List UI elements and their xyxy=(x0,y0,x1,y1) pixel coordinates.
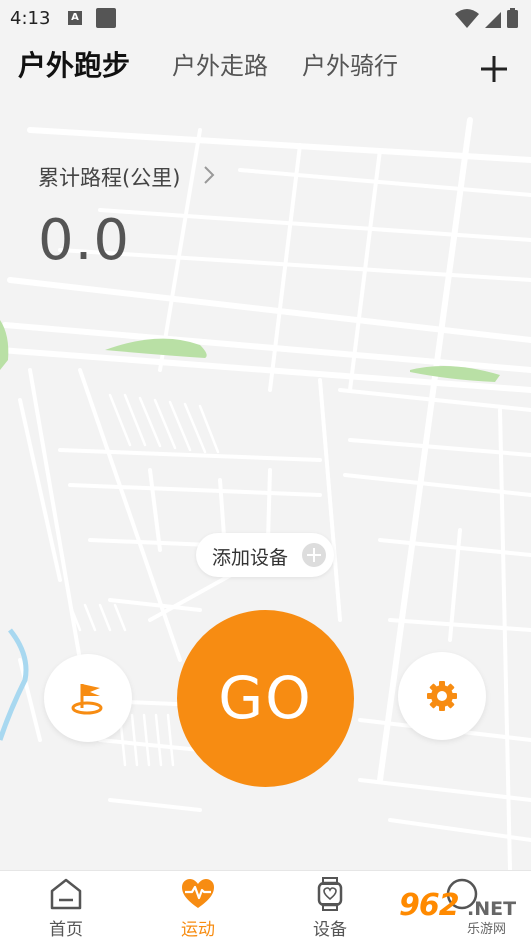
go-button[interactable]: GO xyxy=(177,610,354,787)
nav-sport[interactable]: 运动 xyxy=(132,871,264,945)
watermark-name: 乐游网 xyxy=(467,922,507,937)
route-flag-button[interactable] xyxy=(44,654,132,742)
site-watermark: 962 .NET 乐游网 xyxy=(395,886,525,937)
watermark-domain: .NET xyxy=(467,898,517,920)
watch-icon xyxy=(317,877,343,911)
chevron-right-icon[interactable] xyxy=(202,164,216,186)
add-icon[interactable] xyxy=(479,54,509,84)
activity-tabs: 户外跑步 户外走路 户外骑行 xyxy=(0,36,531,100)
total-distance-value: 0.0 xyxy=(38,208,131,273)
home-icon xyxy=(50,878,82,910)
total-distance-label[interactable]: 累计路程(公里) xyxy=(38,162,180,192)
nav-device[interactable]: 设备 xyxy=(264,871,396,945)
watermark-number: 962 xyxy=(399,888,460,923)
flag-icon xyxy=(71,684,103,715)
tab-outdoor-cycle[interactable]: 户外骑行 xyxy=(302,46,398,81)
notification-icon xyxy=(96,8,116,28)
nav-home-label: 首页 xyxy=(49,920,83,940)
nav-sport-label: 运动 xyxy=(181,920,215,940)
heart-pulse-icon xyxy=(182,879,214,908)
settings-button[interactable] xyxy=(398,652,486,740)
tab-outdoor-walk[interactable]: 户外走路 xyxy=(172,46,268,81)
nav-home[interactable]: 首页 xyxy=(0,871,132,945)
gear-icon xyxy=(427,681,457,711)
add-device-label: 添加设备 xyxy=(212,547,289,569)
status-time: 4:13 xyxy=(10,8,51,29)
status-bar: 4:13 A xyxy=(0,0,531,36)
plus-circle-icon xyxy=(302,543,326,567)
tab-outdoor-run[interactable]: 户外跑步 xyxy=(18,44,130,84)
signal-battery-icon xyxy=(455,8,518,28)
add-device-button[interactable]: 添加设备 xyxy=(196,533,334,577)
sim-icon: A xyxy=(68,11,82,25)
nav-device-label: 设备 xyxy=(313,920,347,940)
